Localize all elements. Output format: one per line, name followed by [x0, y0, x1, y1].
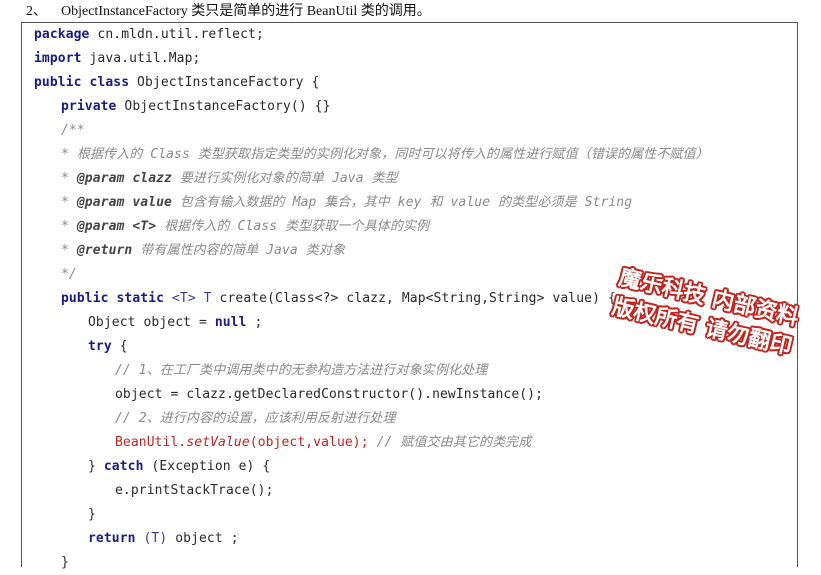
keyword: return: [88, 531, 136, 546]
code-text: (Exception e) {: [143, 459, 271, 474]
code-line-try: try {: [88, 335, 128, 359]
code-line-javadoc-param-value: * @param value 包含有输入数据的 Map 集合，其中 key 和 …: [61, 191, 632, 215]
code-line-method-decl: public static <T> T create(Class<?> claz…: [61, 287, 616, 311]
section-heading: 2、 ObjectInstanceFactory 类只是简单的进行 BeanUti…: [26, 2, 431, 22]
keyword: catch: [103, 459, 144, 474]
comment-star: *: [61, 219, 77, 234]
keyword: try: [88, 339, 112, 354]
keyword: public static: [61, 291, 165, 306]
keyword: null: [214, 315, 247, 330]
inline-comment: // 赋值交由其它的类完成: [368, 435, 532, 450]
code-line-javadoc-close: */: [61, 267, 77, 282]
section-title: ObjectInstanceFactory 类只是简单的进行 BeanUtil …: [61, 4, 431, 19]
highlighted-code: (object,value);: [249, 435, 369, 450]
code-line-class-decl: public class ObjectInstanceFactory {: [34, 71, 319, 95]
code-text: {: [111, 339, 128, 354]
code-line-set-value: BeanUtil.setValue(object,value); // 赋值交由…: [115, 431, 531, 455]
keyword: public class: [34, 75, 130, 90]
code-line-catch-close: }: [88, 507, 96, 522]
code-text: cn.mldn.util.reflect;: [89, 27, 264, 42]
comment-star: *: [61, 171, 77, 186]
comment-text: 根据传入的 Class 类型获取一个具体的实例: [156, 219, 430, 234]
highlighted-method: setValue: [186, 435, 250, 450]
code-line-new-instance: object = clazz.getDeclaredConstructor().…: [115, 387, 544, 402]
type-param: <T> T: [164, 291, 212, 306]
code-line-javadoc-param-clazz: * @param clazz 要进行实例化对象的简单 Java 类型: [61, 167, 398, 191]
keyword: package: [34, 27, 90, 42]
code-text: ObjectInstanceFactory {: [129, 75, 320, 90]
type-param: (T): [135, 531, 168, 546]
code-text: }: [88, 459, 104, 474]
javadoc-tag: @return: [76, 243, 133, 258]
javadoc-tag: @param <T>: [76, 219, 157, 234]
code-line-javadoc-return: * @return 带有属性内容的简单 Java 类对象: [61, 239, 345, 263]
code-line-object-decl: Object object = null ;: [88, 311, 262, 335]
javadoc-tag: @param clazz: [76, 171, 172, 186]
code-text: Object object =: [88, 315, 215, 330]
comment-text: 要进行实例化对象的简单 Java 类型: [171, 171, 398, 186]
code-line-javadoc-param-t: * @param <T> 根据传入的 Class 类型获取一个具体的实例: [61, 215, 429, 239]
code-text: create(Class<?> clazz, Map<String,String…: [211, 291, 616, 306]
code-text: ObjectInstanceFactory() {}: [116, 99, 331, 114]
code-line-catch: } catch (Exception e) {: [88, 455, 270, 479]
code-line-comment-step1: // 1、在工厂类中调用类中的无参构造方法进行对象实例化处理: [115, 363, 488, 378]
comment-text: 包含有输入数据的 Map 集合，其中 key 和 value 的类型必须是 St…: [171, 195, 633, 210]
code-line-return: return (T) object ;: [88, 527, 239, 551]
code-line-constructor: private ObjectInstanceFactory() {}: [61, 95, 331, 119]
code-line-javadoc-desc: * 根据传入的 Class 类型获取指定类型的实例化对象，同时可以将传入的属性进…: [61, 147, 709, 162]
keyword: import: [34, 51, 82, 66]
keyword: private: [61, 99, 117, 114]
code-line-package: package cn.mldn.util.reflect;: [34, 23, 264, 47]
comment-star: *: [61, 195, 77, 210]
code-line-method-close: }: [61, 555, 69, 570]
code-text: ;: [246, 315, 263, 330]
code-line-javadoc-open: /**: [61, 123, 85, 138]
code-line-print-stack: e.printStackTrace();: [115, 483, 274, 498]
section-number: 2、: [26, 4, 47, 19]
code-text: object ;: [167, 531, 239, 546]
highlighted-code: BeanUtil.: [115, 435, 187, 450]
comment-star: *: [61, 243, 77, 258]
code-line-comment-step2: // 2、进行内容的设置，应该利用反射进行处理: [115, 411, 396, 426]
code-text: java.util.Map;: [81, 51, 201, 66]
javadoc-tag: @param value: [76, 195, 172, 210]
code-line-import: import java.util.Map;: [34, 47, 200, 71]
comment-text: 带有属性内容的简单 Java 类对象: [132, 243, 346, 258]
